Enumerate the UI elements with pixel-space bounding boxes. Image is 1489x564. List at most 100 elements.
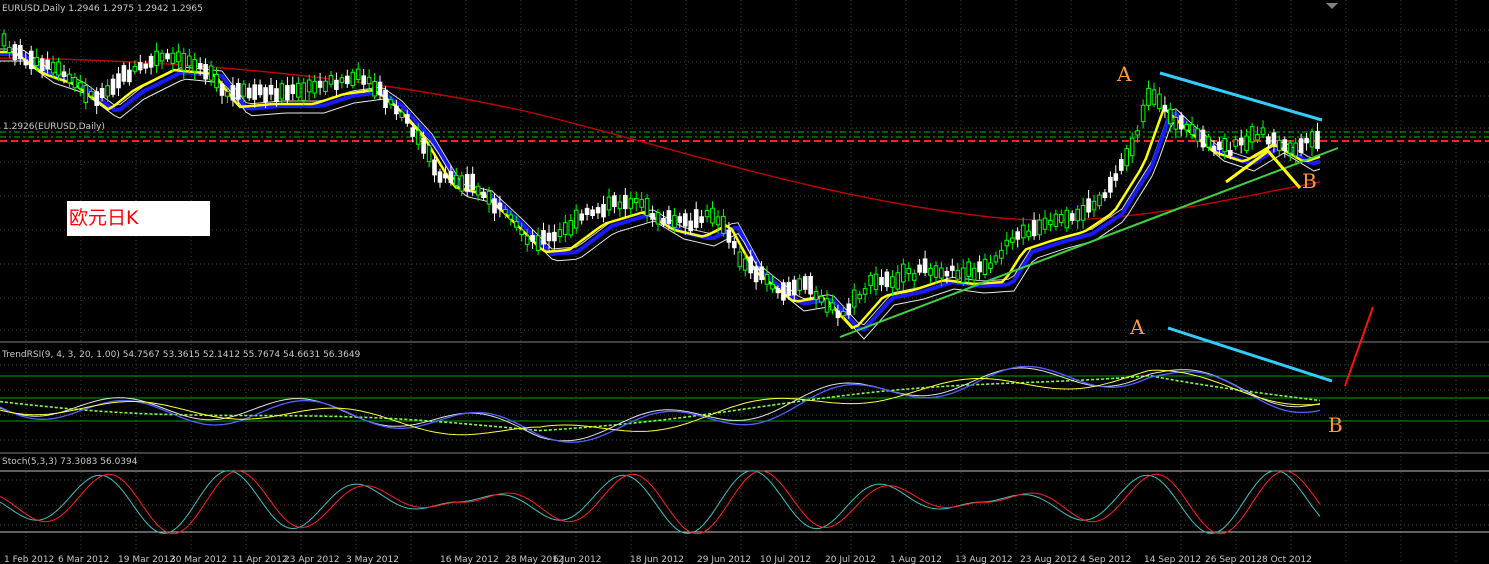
date-axis-label: 26 Sep 2012 [1205,555,1262,564]
bear-candle [1162,104,1168,112]
bull-candle [519,229,525,236]
bear-candle [116,73,121,89]
bear-candle [950,265,955,271]
bear-candle [1217,141,1222,151]
bull-candle [1026,230,1031,238]
bull-candle [999,249,1004,259]
bear-candle [1015,231,1021,240]
bear-candle [1315,130,1320,149]
bull-candle [868,274,873,286]
bear-candle [835,310,841,319]
bull-candle [508,214,514,220]
bull-candle [1129,137,1135,157]
bear-candle [699,216,704,223]
bull-candle [770,283,775,290]
bull-candle [1173,116,1179,130]
bull-candle [710,207,715,224]
bull-candle [906,268,912,275]
bull-candle [323,80,328,92]
chart-window[interactable]: EURUSD,Daily 1.2946 1.2975 1.2942 1.2965… [0,0,1489,564]
bull-candle [1249,126,1255,143]
bull-candle [966,261,972,277]
bull-candle [1157,93,1162,109]
bear-candle [802,276,808,290]
bull-candle [606,196,612,211]
date-axis-label: 8 Oct 2012 [1262,555,1312,564]
bear-candle [497,202,503,210]
bear-candle [1200,129,1206,148]
bull-candle [301,82,306,101]
bull-candle [1064,209,1070,229]
bull-candle [1124,148,1130,167]
bull-candle [132,66,138,72]
bull-candle [1140,104,1146,123]
date-axis-label: 18 Jun 2012 [630,555,684,564]
date-axis-label: 19 Mar 2012 [118,555,175,564]
bull-candle [475,185,481,196]
bull-candle [503,209,508,215]
bull-candle [1146,87,1151,106]
bull-candle [1222,138,1228,153]
bear-candle [39,58,45,72]
bull-candle [819,296,824,303]
bull-candle [1042,217,1048,230]
bear-candle [432,159,437,176]
bear-candle [546,232,552,242]
bear-candle [443,173,448,179]
bull-candle [617,201,623,210]
bull-candle [1189,124,1195,135]
chart-title: EURUSD,Daily 1.2946 1.2975 1.2942 1.2965 [2,4,203,14]
date-axis-label: 14 Sep 2012 [1144,555,1201,564]
bull-candle [1309,131,1315,148]
bull-candle [1287,142,1293,154]
bull-candle [568,220,574,236]
bear-candle [28,50,34,70]
bear-candle [290,84,296,94]
bull-candle [628,198,634,209]
bull-candle [1020,224,1026,239]
bear-candle [1266,136,1271,145]
bull-candle [742,258,748,271]
bull-candle [895,272,901,290]
bull-candle [737,251,743,268]
stoch-title: Stoch(5,3,3) 73.3083 56.0394 [2,457,138,467]
bull-candle [939,267,944,279]
annotation-b: B [1328,413,1343,437]
date-axis-label: 1 Feb 2012 [4,555,54,564]
date-axis: 1 Feb 2012 6 Mar 2012 19 Mar 201230 Mar 20… [4,555,1312,564]
bull-candle [1048,220,1053,226]
bull-candle [1244,135,1249,152]
bear-candle [45,59,50,70]
bear-candle [203,64,208,80]
bull-candle [486,190,492,205]
bear-candle [236,83,241,100]
bull-candle [78,81,83,89]
bull-candle [901,263,906,283]
bull-candle [1260,127,1266,135]
rsi-title: TrendRSI(9, 4, 3, 20, 1.00) 54.7567 53.3… [1,350,361,360]
bull-candle [1075,208,1081,222]
date-axis-label: 6 Mar 2012 [58,555,109,564]
bear-candle [808,276,813,295]
bull-candle [306,79,312,93]
date-axis-label: 30 Mar 2012 [170,555,227,564]
bear-candle [944,271,950,277]
bull-candle [982,258,988,275]
bull-candle [241,83,247,97]
bear-candle [917,264,922,273]
bull-candle [176,51,181,63]
bear-candle [143,63,148,69]
bear-candle [18,45,23,60]
bear-candle [257,84,263,96]
bull-candle [857,293,863,300]
bear-candle [590,209,595,216]
bear-candle [394,105,399,115]
bear-candle [274,88,279,102]
bull-candle [813,291,819,300]
bull-candle [993,255,999,263]
bull-candle [524,235,530,245]
bull-candle [105,85,110,97]
bear-candle [1086,198,1091,213]
bull-candle [34,57,40,66]
date-axis-label: 11 Apr 2012 [232,555,288,564]
